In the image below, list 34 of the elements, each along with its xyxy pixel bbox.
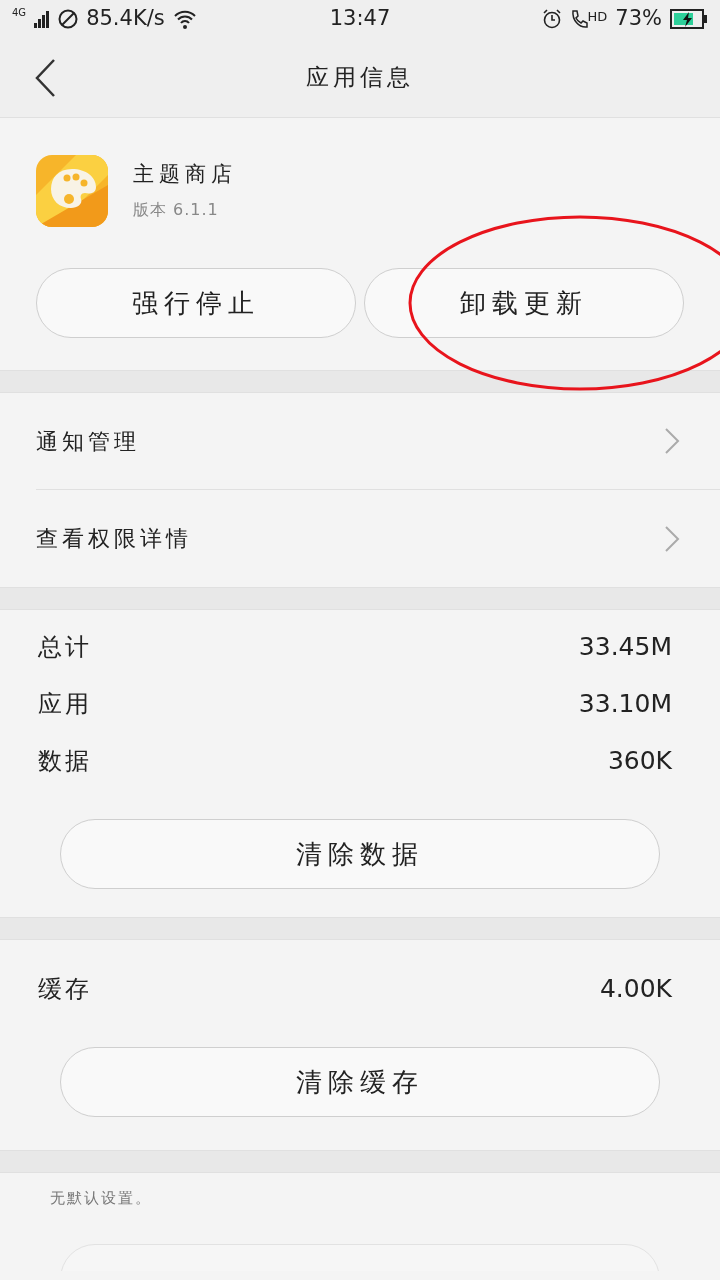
page-title: 应用信息: [306, 63, 414, 93]
row-value: 33.45M: [578, 630, 672, 663]
wifi-icon: [172, 9, 197, 29]
speed-text: 85.4K/s: [86, 5, 165, 33]
back-icon[interactable]: [34, 58, 56, 98]
row-value: 4.00K: [599, 972, 672, 1005]
network-label: 4G: [12, 6, 27, 21]
defaults-text: 无默认设置。: [50, 1188, 153, 1209]
version-text: 版本 6.1.1: [133, 199, 220, 222]
row-label: 缓存: [38, 973, 92, 1005]
hd-label: HD: [587, 8, 608, 27]
menu-label: 查看权限详情: [36, 525, 192, 553]
clear-cache-button[interactable]: 清除缓存: [60, 1047, 660, 1117]
battery-text: 73%: [615, 5, 662, 33]
force-stop-button[interactable]: 强行停止: [36, 268, 356, 338]
app-icon: [36, 154, 108, 227]
chevron-icon: [664, 427, 680, 455]
uninstall-updates-button[interactable]: 卸载更新: [364, 268, 684, 338]
row-label: 数据: [38, 745, 92, 777]
menu-label: 通知管理: [36, 427, 140, 456]
row-label: 总计: [38, 631, 92, 663]
signal-icon: [34, 10, 51, 28]
clear-data-button[interactable]: 清除数据: [60, 819, 660, 889]
row-label: 应用: [38, 688, 92, 720]
chevron-icon: [664, 524, 680, 553]
app-name: 主题商店: [133, 160, 237, 188]
menu-item[interactable]: 通知管理: [36, 393, 720, 490]
row-value: 360K: [607, 744, 672, 777]
menu-item[interactable]: 查看权限详情: [36, 490, 720, 587]
alarm-clock-icon: [541, 9, 562, 29]
row-value: 33.10M: [578, 687, 672, 720]
clock-text: 13:47: [329, 5, 391, 33]
no-sim-icon: [58, 9, 79, 29]
phone-icon: [569, 9, 588, 29]
